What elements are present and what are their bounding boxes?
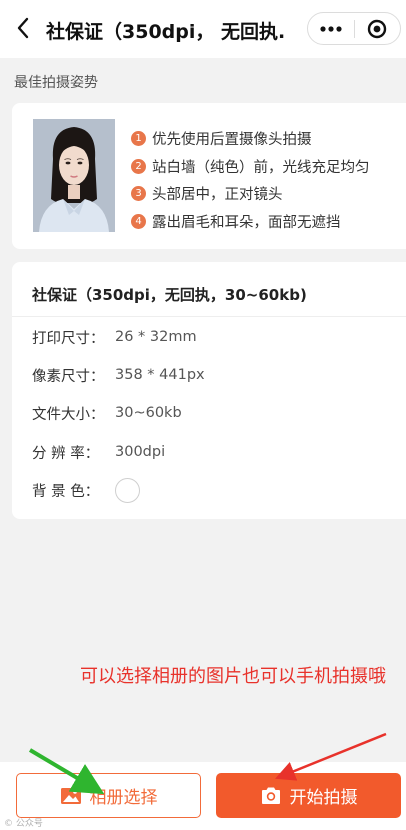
mini-program-capsule (307, 12, 401, 45)
more-button[interactable] (308, 13, 354, 44)
spec-row-print-size: 打印尺寸： 26 * 32mm (32, 326, 197, 348)
tip-number-badge: 2 (131, 158, 146, 174)
album-select-label: 相册选择 (89, 788, 158, 808)
pose-tips-list: 1 优先使用后置摄像头拍摄 2 站白墙（纯色）前，光线充足均匀 3 头部居中，正… (131, 125, 370, 235)
spec-row-pixel-size: 像素尺寸： 358 * 441px (32, 364, 205, 386)
tip-number-badge: 1 (131, 131, 146, 147)
tip-text: 优先使用后置摄像头拍摄 (152, 132, 312, 149)
pose-tip-1: 1 优先使用后置摄像头拍摄 (131, 125, 370, 153)
spec-value: 30~60kb (115, 405, 182, 421)
page-title: 社保证（350dpi， 无回执... (46, 21, 286, 43)
tip-text: 露出眉毛和耳朵，面部无遮挡 (152, 214, 341, 231)
tip-number-badge: 4 (131, 213, 146, 229)
spec-row-file-size: 文件大小： 30~60kb (32, 402, 182, 424)
target-circle-icon (368, 19, 387, 38)
spec-label: 打印尺寸： (32, 330, 105, 347)
tip-number-badge: 3 (131, 186, 146, 202)
watermark: © 公众号 (4, 819, 43, 829)
bottom-action-bar: 相册选择 开始拍摄 (0, 762, 406, 830)
pose-section-title: 最佳拍摄姿势 (14, 75, 98, 91)
spec-row-resolution: 分 辨 率： 300dpi (32, 441, 165, 463)
spec-label: 分 辨 率： (32, 445, 100, 462)
background-color-swatch[interactable] (115, 477, 140, 503)
close-button[interactable] (355, 13, 400, 44)
spec-row-background-color: 背 景 色： (32, 477, 140, 503)
tip-text: 站白墙（纯色）前，光线充足均匀 (152, 159, 370, 176)
spec-label: 像素尺寸： (32, 368, 105, 385)
pose-card: 1 优先使用后置摄像头拍摄 2 站白墙（纯色）前，光线充足均匀 3 头部居中，正… (12, 103, 406, 249)
pose-tip-2: 2 站白墙（纯色）前，光线充足均匀 (131, 153, 370, 181)
navbar: 社保证（350dpi， 无回执... (0, 0, 406, 58)
annotation-text: 可以选择相册的图片也可以手机拍摄哦 (80, 666, 386, 687)
more-dots-icon (320, 25, 342, 32)
pose-tip-3: 3 头部居中，正对镜头 (131, 180, 370, 208)
image-icon (60, 787, 82, 805)
spec-label: 文件大小： (32, 406, 105, 423)
start-shooting-button[interactable]: 开始拍摄 (216, 773, 401, 818)
spec-value: 26 * 32mm (115, 329, 197, 345)
spec-card: 社保证（350dpi，无回执，30~60kb) 打印尺寸： 26 * 32mm … (12, 262, 406, 519)
spec-value: 300dpi (115, 444, 166, 460)
spec-label: 背 景 色： (32, 483, 100, 500)
camera-icon (260, 786, 282, 805)
spec-value: 358 * 441px (115, 367, 205, 383)
sample-portrait-photo (33, 119, 115, 232)
start-shooting-label: 开始拍摄 (289, 788, 358, 808)
back-button[interactable] (10, 15, 36, 41)
spec-title: 社保证（350dpi，无回执，30~60kb) (32, 286, 307, 304)
album-select-button[interactable]: 相册选择 (16, 773, 201, 818)
pose-tip-4: 4 露出眉毛和耳朵，面部无遮挡 (131, 208, 370, 236)
divider (12, 316, 406, 317)
tip-text: 头部居中，正对镜头 (152, 187, 283, 204)
chevron-left-icon (17, 17, 29, 39)
